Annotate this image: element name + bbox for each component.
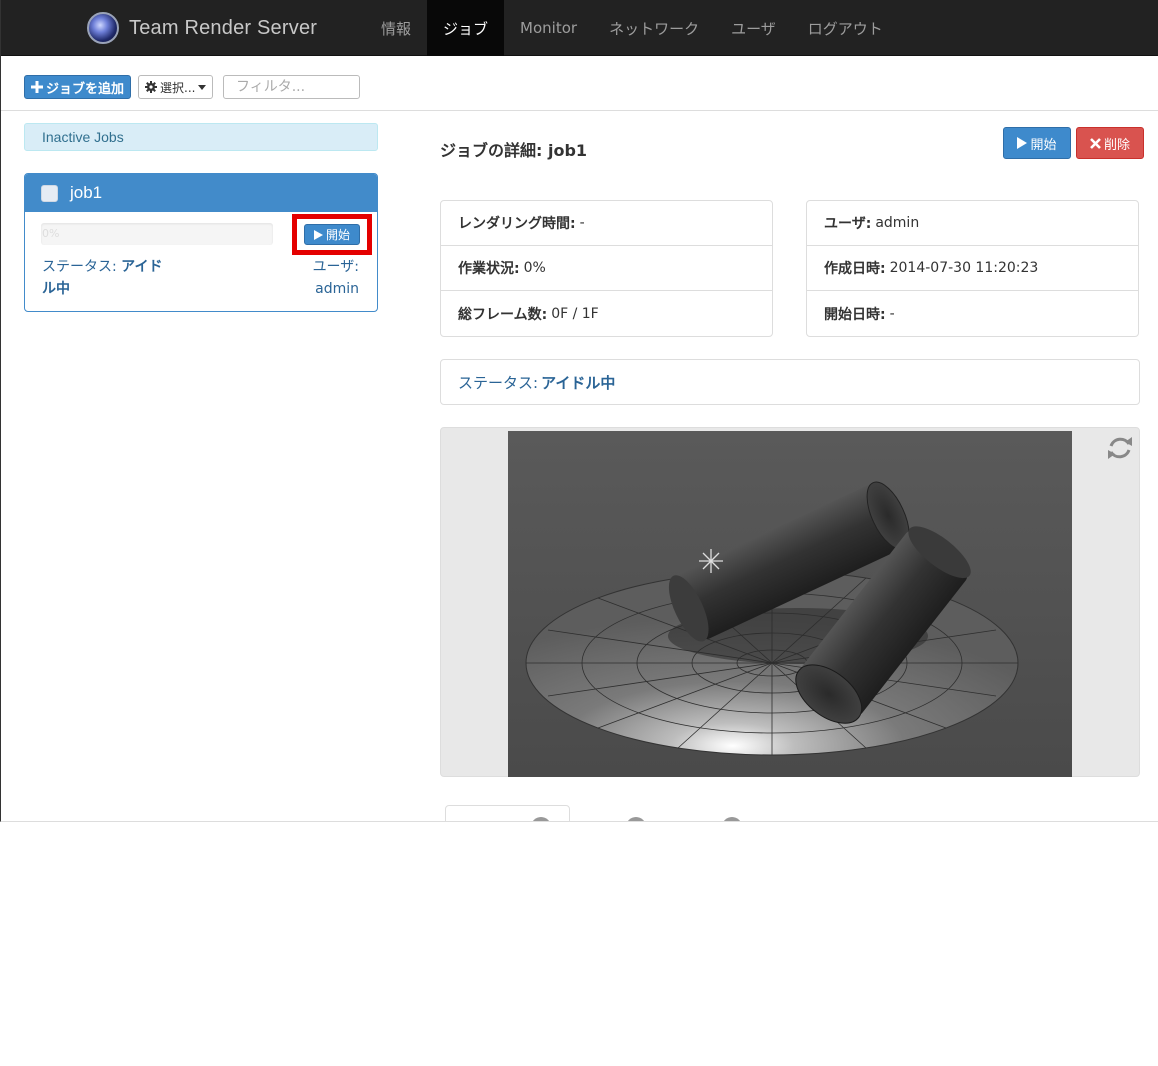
- info-row-frames: 総フレーム数: 0F / 1F: [441, 291, 772, 336]
- job-meta-list: ユーザ: admin 作成日時: 2014-07-30 11:20:23 開始日時:…: [806, 200, 1139, 337]
- job-status-label: ステータス:: [42, 259, 117, 275]
- nav-item-info[interactable]: 情報: [365, 0, 427, 56]
- render-time-label: レンダリング時間:: [458, 216, 576, 232]
- app-window: Team Render Server 情報 ジョブ Monitor ネットワーク…: [0, 0, 1158, 822]
- status-value: アイドル中: [541, 373, 616, 392]
- created-value: 2014-07-30 11:20:23: [889, 260, 1039, 276]
- started-value: -: [889, 305, 895, 322]
- info-row-render-time: レンダリング時間: -: [441, 201, 772, 246]
- toolbar: ジョブを追加 選択...: [1, 56, 1158, 111]
- job-status: ステータス: アイドル中: [42, 256, 172, 300]
- cinema4d-logo-icon: [87, 12, 119, 44]
- nav-item-logout[interactable]: ログアウト: [792, 0, 899, 56]
- refresh-icon[interactable]: [1105, 433, 1135, 463]
- status-label: ステータス:: [458, 373, 539, 392]
- brand-title: Team Render Server: [129, 16, 318, 39]
- play-icon: [313, 229, 323, 240]
- info-row-progress: 作業状況: 0%: [441, 246, 772, 291]
- badge-dot: [722, 817, 742, 821]
- info-row-started: 開始日時: -: [807, 291, 1138, 336]
- close-icon: [1090, 137, 1101, 149]
- inactive-jobs-header[interactable]: Inactive Jobs: [24, 123, 378, 151]
- job-card[interactable]: job1 0% 開始 ステータス: アイドル中 ユーザ: admin: [24, 173, 378, 312]
- job-user: ユーザ: admin: [275, 256, 359, 300]
- info-row-user: ユーザ: admin: [807, 201, 1138, 246]
- job-user-label: ユーザ:: [312, 259, 359, 275]
- frames-label: 総フレーム数:: [458, 306, 548, 323]
- job-checkbox[interactable]: [41, 184, 58, 202]
- render-preview-panel: [440, 427, 1140, 777]
- nav-item-monitor[interactable]: Monitor: [504, 0, 593, 56]
- start-button[interactable]: 開始: [1003, 127, 1071, 159]
- status-panel: ステータス: アイドル中: [440, 359, 1140, 405]
- user-label: ユーザ:: [824, 216, 872, 232]
- delete-button[interactable]: 削除: [1076, 127, 1144, 159]
- created-label: 作成日時:: [824, 261, 886, 277]
- job-card-header: job1: [25, 174, 377, 212]
- filter-input[interactable]: [223, 75, 360, 99]
- job-progress-text: 0%: [42, 227, 60, 240]
- brand[interactable]: Team Render Server: [87, 12, 317, 44]
- info-row-created: 作成日時: 2014-07-30 11:20:23: [807, 246, 1138, 291]
- badge-dot: [626, 817, 646, 821]
- bottom-tab[interactable]: [445, 805, 570, 821]
- play-icon: [1017, 137, 1028, 149]
- job-start-button[interactable]: 開始: [304, 224, 360, 245]
- gear-icon: [145, 81, 157, 93]
- progress-label: 作業状況:: [458, 261, 520, 277]
- plus-icon: [31, 81, 43, 93]
- render-time-value: -: [579, 215, 585, 231]
- select-label: 選択...: [160, 80, 196, 95]
- add-job-label: ジョブを追加: [46, 81, 125, 97]
- navbar: Team Render Server 情報 ジョブ Monitor ネットワーク…: [1, 0, 1158, 56]
- nav-item-users[interactable]: ユーザ: [715, 0, 792, 56]
- job-start-label: 開始: [325, 228, 350, 242]
- start-label: 開始: [1030, 137, 1057, 153]
- job-info-list: レンダリング時間: - 作業状況: 0% 総フレーム数: 0F / 1F: [440, 200, 773, 337]
- progress-value: 0%: [523, 260, 546, 276]
- job-user-value: admin: [315, 281, 359, 297]
- render-preview-image: [508, 431, 1072, 777]
- page-title: ジョブの詳細: job1: [440, 141, 588, 160]
- caret-down-icon: [198, 84, 207, 90]
- user-value: admin: [875, 215, 920, 231]
- nav-item-jobs[interactable]: ジョブ: [427, 0, 505, 56]
- add-job-button[interactable]: ジョブを追加: [24, 75, 132, 99]
- job-name: job1: [70, 183, 103, 202]
- main-nav: 情報 ジョブ Monitor ネットワーク ユーザ ログアウト: [365, 0, 899, 56]
- started-label: 開始日時:: [824, 306, 886, 323]
- job-progress-bar: 0%: [41, 223, 273, 245]
- frames-value: 0F / 1F: [551, 305, 599, 322]
- select-dropdown-button[interactable]: 選択...: [138, 75, 214, 99]
- nav-item-network[interactable]: ネットワーク: [593, 0, 715, 56]
- delete-label: 削除: [1103, 137, 1130, 153]
